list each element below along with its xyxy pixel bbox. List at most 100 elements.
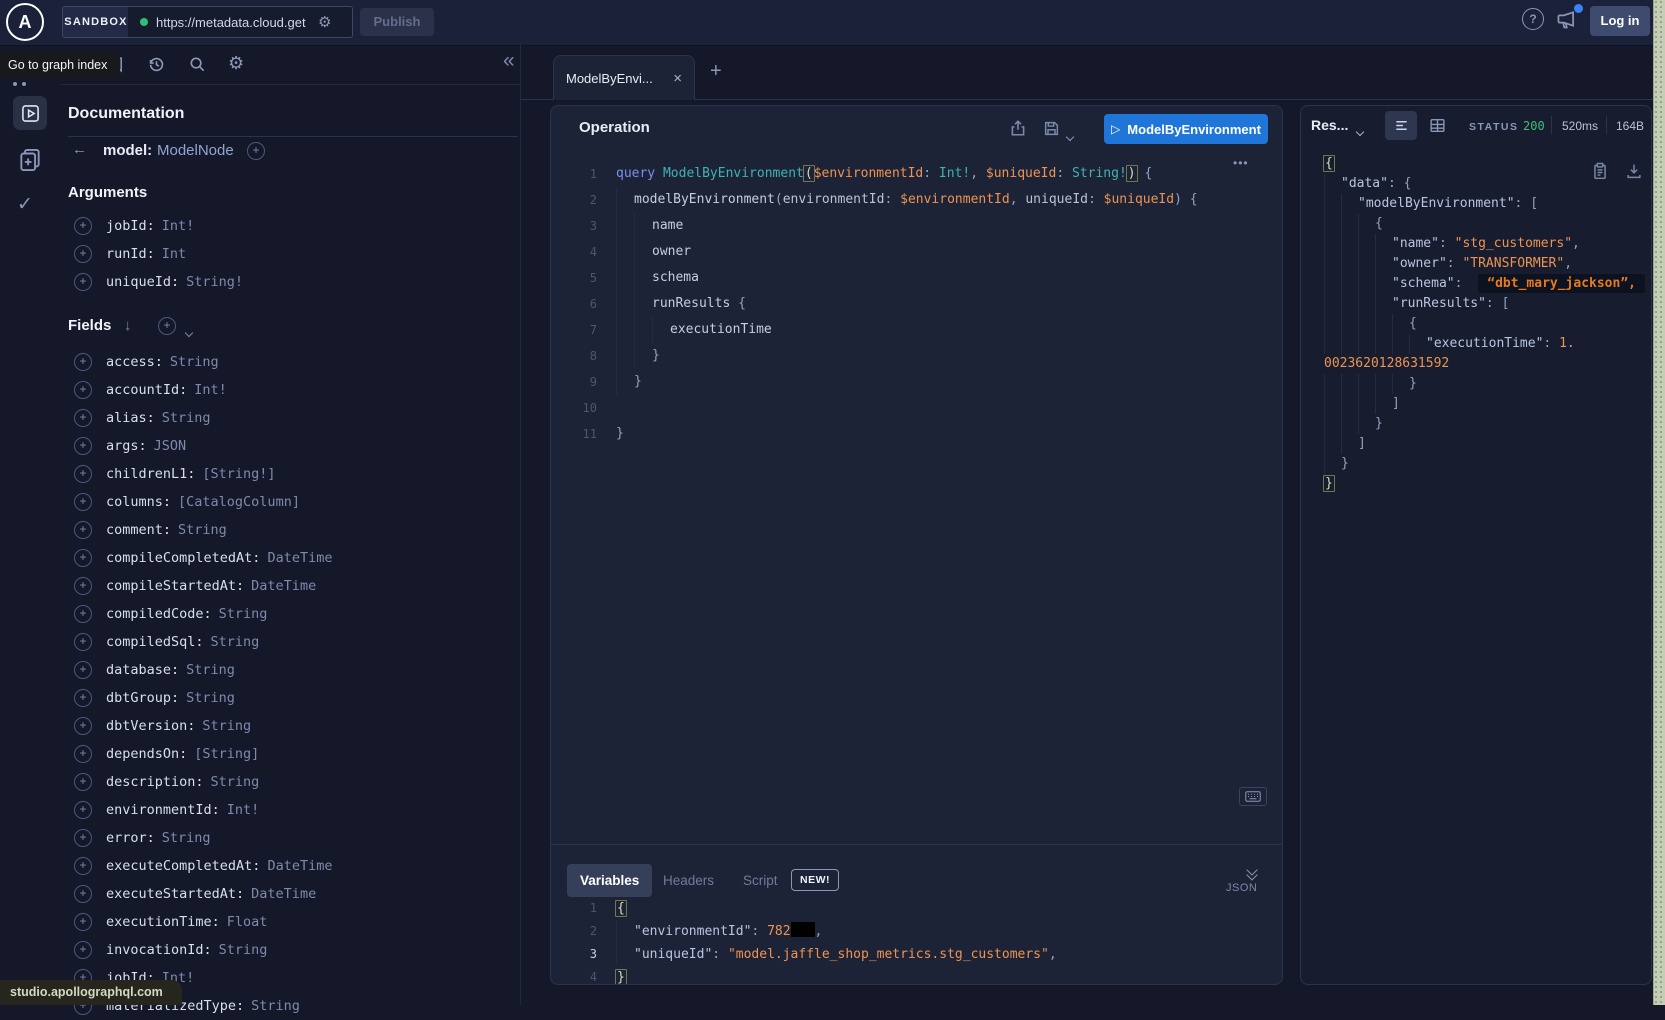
collapse-variables-icon[interactable] — [1248, 866, 1256, 876]
field-name[interactable]: dbtGroup: — [106, 690, 179, 706]
add-to-query-button[interactable]: + — [74, 577, 92, 595]
field-name[interactable]: childrenL1: — [106, 466, 195, 482]
field-type[interactable]: String — [211, 774, 260, 790]
schema-docs-nav-icon[interactable] — [17, 147, 43, 173]
field-type[interactable]: DateTime — [251, 578, 316, 594]
response-pretty-view-button[interactable] — [1385, 111, 1417, 140]
field-type[interactable]: Int! — [227, 802, 260, 818]
close-tab-icon[interactable]: × — [673, 70, 682, 87]
field-name[interactable]: executeStartedAt: — [106, 886, 244, 902]
keyboard-shortcuts-icon[interactable] — [1239, 787, 1267, 806]
field-name[interactable]: compiledCode: — [106, 606, 212, 622]
add-to-query-button[interactable]: + — [74, 717, 92, 735]
connection-settings-gear-icon[interactable]: ⚙ — [318, 13, 331, 31]
tab-modelbyenvironment[interactable]: ModelByEnvi... × — [553, 55, 695, 100]
add-to-query-button[interactable]: + — [74, 801, 92, 819]
explorer-nav-icon[interactable] — [13, 96, 47, 130]
response-dropdown-chevron-icon[interactable] — [1357, 122, 1363, 140]
save-options-chevron-icon[interactable] — [1067, 127, 1073, 145]
save-operation-icon[interactable] — [1043, 120, 1060, 137]
response-table-view-button[interactable] — [1429, 117, 1446, 134]
sort-fields-icon[interactable]: ↓ — [124, 317, 132, 334]
field-type[interactable]: [CatalogColumn] — [178, 494, 300, 510]
field-name[interactable]: invocationId: — [106, 942, 212, 958]
field-type[interactable]: [String] — [194, 746, 259, 762]
endpoint-url-text[interactable]: https://metadata.cloud.get — [156, 15, 316, 30]
field-type[interactable]: String! — [186, 274, 243, 290]
editor-overflow-menu[interactable]: ••• — [1233, 156, 1249, 170]
field-name[interactable]: dbtVersion: — [106, 718, 195, 734]
field-type[interactable]: String — [211, 634, 260, 650]
add-to-query-button[interactable]: + — [74, 745, 92, 763]
field-type[interactable]: Int! — [162, 218, 195, 234]
field-name[interactable]: comment: — [106, 522, 171, 538]
add-to-query-button[interactable]: + — [74, 605, 92, 623]
field-name[interactable]: database: — [106, 662, 179, 678]
field-type[interactable]: DateTime — [251, 886, 316, 902]
field-type[interactable]: Int! — [194, 382, 227, 398]
field-type[interactable]: String — [178, 522, 227, 538]
collapse-panel-icon[interactable]: « — [503, 49, 515, 73]
field-type[interactable]: String — [162, 830, 211, 846]
field-name[interactable]: compileStartedAt: — [106, 578, 244, 594]
field-type[interactable]: JSON — [154, 438, 187, 454]
field-type[interactable]: DateTime — [267, 858, 332, 874]
add-to-query-button[interactable]: + — [74, 913, 92, 931]
field-type[interactable]: Float — [227, 914, 268, 930]
doc-type-link[interactable]: ModelNode — [157, 142, 234, 159]
publish-button[interactable]: Publish — [360, 8, 434, 36]
checklist-nav-icon[interactable]: ✓ — [17, 193, 33, 216]
field-name[interactable]: args: — [106, 438, 147, 454]
run-operation-button[interactable]: ▷ ModelByEnvironment — [1104, 114, 1268, 144]
explorer-settings-gear-icon[interactable]: ⚙ — [228, 51, 244, 75]
add-to-query-button[interactable]: + — [74, 273, 92, 291]
field-name[interactable]: uniqueId: — [106, 274, 179, 290]
add-to-query-button[interactable]: + — [74, 521, 92, 539]
field-type[interactable]: String — [219, 942, 268, 958]
add-to-query-button[interactable]: + — [74, 245, 92, 263]
field-name[interactable]: description: — [106, 774, 204, 790]
field-type[interactable]: [String!] — [202, 466, 275, 482]
field-name[interactable]: alias: — [106, 410, 155, 426]
add-to-query-button[interactable]: + — [74, 829, 92, 847]
add-to-query-button[interactable]: + — [74, 689, 92, 707]
endpoint-url-input[interactable]: https://metadata.cloud.get ⚙ — [128, 6, 353, 38]
add-to-query-button[interactable]: + — [74, 941, 92, 959]
search-icon[interactable] — [188, 55, 207, 74]
add-to-query-button[interactable]: + — [74, 217, 92, 235]
new-tab-button[interactable]: + — [710, 60, 722, 83]
field-type[interactable]: Int — [162, 246, 186, 262]
login-button[interactable]: Log in — [1590, 6, 1650, 36]
field-name[interactable]: access: — [106, 354, 163, 370]
back-arrow-icon[interactable]: ← — [72, 141, 87, 158]
history-icon[interactable] — [147, 55, 166, 74]
field-name[interactable]: accountId: — [106, 382, 187, 398]
field-name[interactable]: columns: — [106, 494, 171, 510]
field-type[interactable]: String — [251, 998, 300, 1014]
field-type[interactable]: String — [202, 718, 251, 734]
field-type[interactable]: DateTime — [267, 550, 332, 566]
chevron-down-icon[interactable] — [186, 323, 192, 341]
variables-editor[interactable]: 1{2"environmentId": 782,3"uniqueId": "mo… — [551, 897, 1283, 985]
add-to-query-button[interactable]: + — [74, 409, 92, 427]
add-to-query-button[interactable]: + — [74, 437, 92, 455]
apollo-logo-icon[interactable]: A — [6, 3, 44, 41]
add-to-query-button[interactable]: + — [74, 857, 92, 875]
field-name[interactable]: error: — [106, 830, 155, 846]
add-to-query-button[interactable]: + — [74, 633, 92, 651]
add-to-query-button[interactable]: + — [74, 661, 92, 679]
tab-headers[interactable]: Headers — [663, 864, 714, 897]
help-icon[interactable]: ? — [1522, 8, 1544, 30]
add-to-query-button[interactable]: + — [74, 493, 92, 511]
add-to-query-button[interactable]: + — [74, 465, 92, 483]
field-name[interactable]: compileCompletedAt: — [106, 550, 260, 566]
share-operation-icon[interactable] — [1009, 119, 1027, 137]
field-name[interactable]: environmentId: — [106, 802, 220, 818]
add-to-query-button[interactable]: + — [74, 773, 92, 791]
add-to-query-button[interactable]: + — [74, 381, 92, 399]
add-to-query-button[interactable]: + — [74, 549, 92, 567]
field-type[interactable]: String — [219, 606, 268, 622]
field-type[interactable]: String — [186, 662, 235, 678]
field-type[interactable]: String — [186, 690, 235, 706]
field-name[interactable]: compiledSql: — [106, 634, 204, 650]
